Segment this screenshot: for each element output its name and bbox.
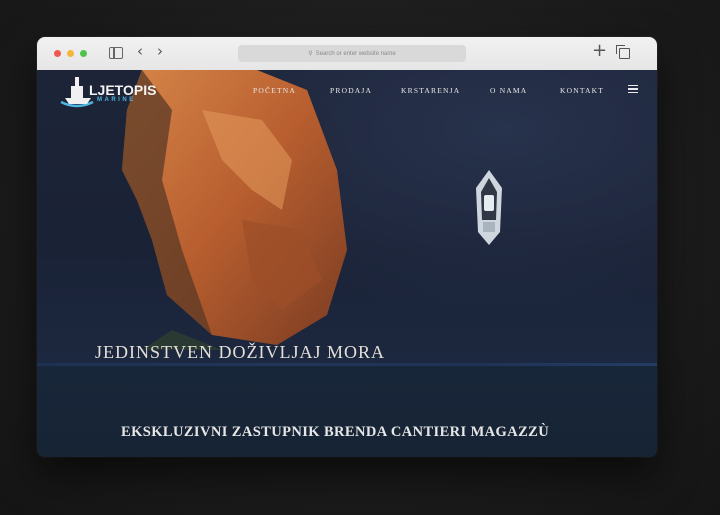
- brand-section: EKSKLUZIVNI ZASTUPNIK BRENDA CANTIERI MA…: [37, 366, 657, 457]
- browser-toolbar: ‹ › ⚲ Search or enter website name +: [37, 37, 657, 71]
- address-placeholder: Search or enter website name: [315, 50, 396, 57]
- browser-window: ‹ › ⚲ Search or enter website name + LJE…: [37, 37, 657, 457]
- hamburger-menu-icon[interactable]: [628, 85, 638, 94]
- nav-item-pocetna[interactable]: POČETNA: [253, 86, 296, 95]
- zoom-window-button[interactable]: [80, 50, 87, 57]
- logo-title[interactable]: LJETOPIS: [89, 82, 156, 98]
- brand-tagline: EKSKLUZIVNI ZASTUPNIK BRENDA CANTIERI MA…: [121, 424, 550, 440]
- back-icon[interactable]: ‹: [137, 44, 143, 59]
- sidebar-icon[interactable]: [109, 47, 123, 59]
- hero-title: JEDINSTVEN DOŽIVLJAJ MORA: [95, 342, 385, 362]
- logo-subtitle: MARINE: [97, 97, 136, 103]
- search-icon: ⚲: [308, 50, 313, 57]
- nav-item-kontakt[interactable]: KONTAKT: [560, 86, 604, 95]
- address-bar[interactable]: ⚲ Search or enter website name: [238, 45, 466, 62]
- nav-item-prodaja[interactable]: PRODAJA: [330, 86, 372, 95]
- tabs-overview-icon[interactable]: [616, 45, 630, 59]
- new-tab-plus-icon[interactable]: +: [592, 42, 607, 60]
- minimize-window-button[interactable]: [67, 50, 74, 57]
- hero-section: LJETOPIS MARINE POČETNA PRODAJA KRSTAREN…: [37, 70, 657, 366]
- close-window-button[interactable]: [54, 50, 61, 57]
- nav-item-o-nama[interactable]: O NAMA: [490, 86, 527, 95]
- nav-item-krstarenja[interactable]: KRSTARENJA: [401, 86, 460, 95]
- yacht-image: [476, 170, 502, 245]
- forward-icon[interactable]: ›: [157, 44, 163, 59]
- rock-cliff-image: [122, 70, 347, 350]
